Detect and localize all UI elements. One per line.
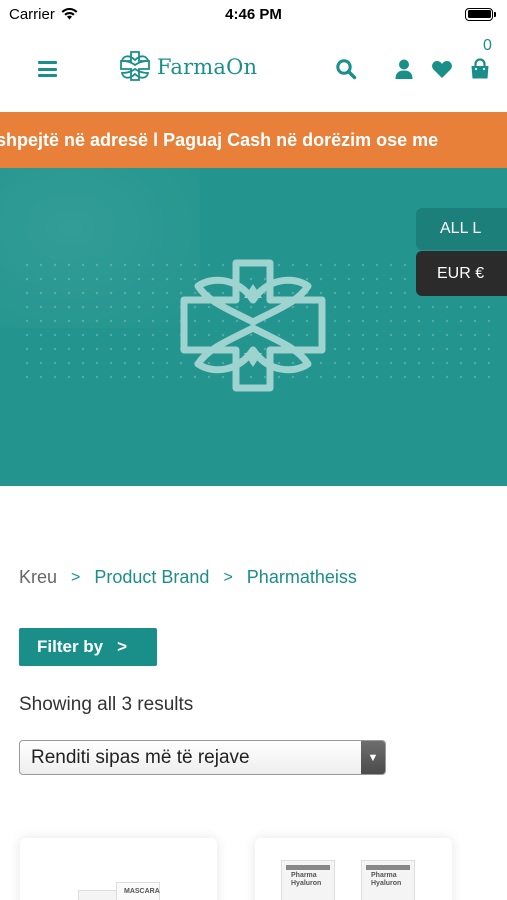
product-card[interactable]: MASCARA — [20, 838, 217, 900]
account-icon[interactable] — [393, 58, 415, 80]
carrier-label: Carrier — [9, 5, 55, 23]
chevron-right-icon: > — [117, 637, 128, 656]
search-icon[interactable] — [335, 58, 357, 80]
breadcrumb-separator: > — [223, 568, 233, 586]
wishlist-heart-icon[interactable] — [431, 58, 453, 80]
wifi-icon — [61, 8, 78, 20]
sort-selected-value: Renditi sipas më të rejave — [31, 746, 250, 768]
announcement-banner: shpejtë në adresë l Paguaj Cash në dorëz… — [0, 112, 507, 168]
hero-emblem-icon — [180, 259, 326, 392]
currency-switcher[interactable]: EUR € — [416, 251, 507, 296]
site-header: FarmaOn 0 — [0, 28, 507, 112]
product-box-label: Pharma Hyaluron — [291, 872, 322, 887]
menu-icon[interactable] — [38, 61, 57, 77]
sort-select[interactable]: Renditi sipas më të rejave ▼ — [19, 740, 386, 775]
cart-bag-icon[interactable] — [469, 58, 491, 80]
dropdown-arrow-icon: ▼ — [361, 741, 385, 774]
logo-emblem-icon — [120, 51, 150, 81]
battery-icon — [465, 7, 496, 21]
breadcrumb-home[interactable]: Kreu — [19, 567, 57, 588]
product-box-label: Pharma Hyaluron — [371, 872, 402, 887]
breadcrumb-separator: > — [71, 568, 81, 586]
product-box-label: MASCARA — [124, 888, 160, 895]
logo-text: FarmaOn — [157, 55, 258, 79]
product-card[interactable]: Pharma Hyaluron Pharma Hyaluron — [255, 838, 452, 900]
status-bar: Carrier 4:46 PM — [0, 0, 507, 28]
breadcrumb: Kreu > Product Brand > Pharmatheiss — [19, 567, 357, 588]
cart-count-badge: 0 — [483, 37, 492, 54]
breadcrumb-current-brand[interactable]: Pharmatheiss — [247, 567, 357, 588]
filter-by-button[interactable]: Filter by > — [19, 628, 157, 666]
site-logo[interactable]: FarmaOn — [117, 50, 257, 84]
status-left: Carrier — [9, 6, 78, 23]
results-count: Showing all 3 results — [19, 694, 194, 715]
announcement-text: shpejtë në adresë l Paguaj Cash në dorëz… — [0, 129, 439, 150]
filter-label: Filter by — [37, 637, 104, 656]
language-switcher[interactable]: ALL L — [416, 208, 507, 250]
breadcrumb-product-brand[interactable]: Product Brand — [94, 567, 209, 588]
